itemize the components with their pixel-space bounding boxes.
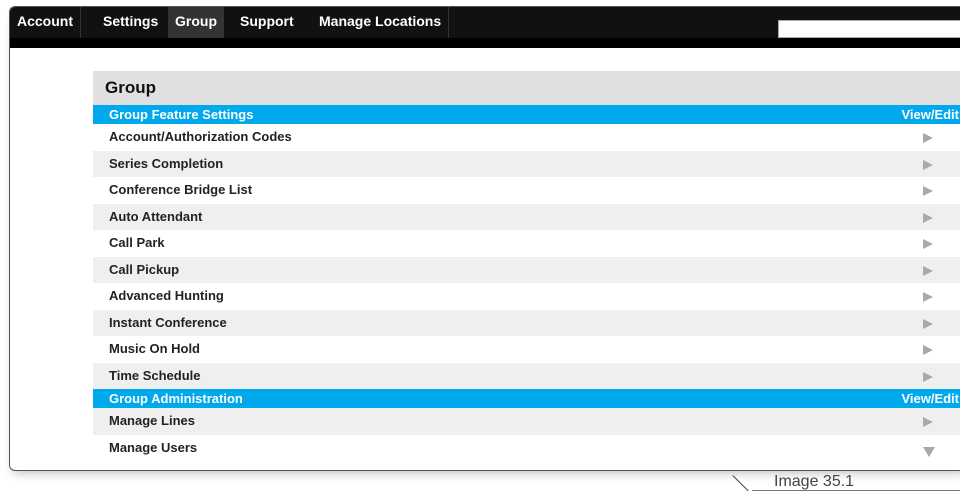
chevron-right-icon[interactable] [923, 159, 933, 170]
list-item-label: Series Completion [109, 155, 224, 171]
list-item-label: Auto Attendant [109, 208, 203, 224]
chevron-right-icon[interactable] [923, 239, 933, 249]
image-caption: Image 35.1 [774, 473, 855, 490]
section-title: Group Feature Settings [109, 107, 254, 122]
main-content: Group Group Feature Settings View/Edit A… [93, 71, 960, 461]
list-item[interactable]: Advanced Hunting [93, 283, 960, 310]
chevron-right-icon[interactable] [923, 318, 933, 329]
search-input[interactable] [778, 20, 960, 38]
nav-tab-manage-locations[interactable]: Manage Locations [312, 7, 450, 38]
list-item[interactable]: Account/Authorization Codes [93, 124, 960, 151]
list-item-label: Call Park [109, 235, 165, 250]
chevron-right-icon[interactable] [923, 371, 933, 382]
list-item[interactable]: Series Completion [93, 150, 960, 177]
chevron-right-icon[interactable] [923, 265, 933, 276]
list-item[interactable]: Call Park [93, 230, 960, 257]
list-item-label: Account/Authorization Codes [109, 129, 292, 144]
list-item[interactable]: Auto Attendant [93, 203, 960, 230]
list-item[interactable]: Time Schedule [93, 362, 960, 389]
chevron-right-icon[interactable] [923, 345, 933, 355]
nav-tab-account[interactable]: Account [10, 7, 81, 38]
chevron-right-icon[interactable] [923, 133, 933, 143]
list-item-label: Conference Bridge List [109, 182, 253, 197]
list-item[interactable]: Conference Bridge List [93, 177, 960, 204]
section-header-feature-settings: Group Feature Settings View/Edit [93, 105, 960, 124]
list-item-label: Advanced Hunting [109, 288, 224, 303]
chevron-right-icon[interactable] [923, 186, 933, 196]
page-title: Group [93, 71, 960, 105]
chevron-right-icon[interactable] [923, 212, 933, 223]
list-item-label: Manage Lines [109, 413, 195, 428]
chevron-right-icon[interactable] [923, 417, 933, 427]
chevron-right-icon[interactable] [923, 292, 933, 302]
caption-divider [732, 475, 749, 492]
list-item[interactable]: Manage Lines [93, 408, 960, 435]
section-header-administration: Group Administration View/Edit [93, 389, 960, 408]
list-item-label: Instant Conference [109, 314, 227, 330]
list-item[interactable]: Call Pickup [93, 256, 960, 283]
nav-tab-group[interactable]: Group [168, 7, 224, 38]
nav-tab-support[interactable]: Support [233, 7, 301, 38]
top-nav: Account Settings Group Support Manage Lo… [10, 7, 960, 48]
view-edit-link[interactable]: View/Edit [901, 389, 959, 408]
view-edit-link[interactable]: View/Edit [901, 105, 959, 124]
list-item-label: Time Schedule [109, 367, 201, 383]
list-item[interactable]: Manage Users [93, 435, 960, 462]
chevron-down-icon[interactable] [923, 446, 935, 457]
app-window: Account Settings Group Support Manage Lo… [9, 6, 960, 471]
list-item-label: Manage Users [109, 439, 198, 455]
section-title: Group Administration [109, 391, 243, 406]
nav-tab-settings[interactable]: Settings [96, 7, 165, 38]
list-item[interactable]: Instant Conference [93, 309, 960, 336]
list-item-label: Call Pickup [109, 261, 180, 277]
list-item-label: Music On Hold [109, 341, 200, 356]
list-item[interactable]: Music On Hold [93, 336, 960, 363]
